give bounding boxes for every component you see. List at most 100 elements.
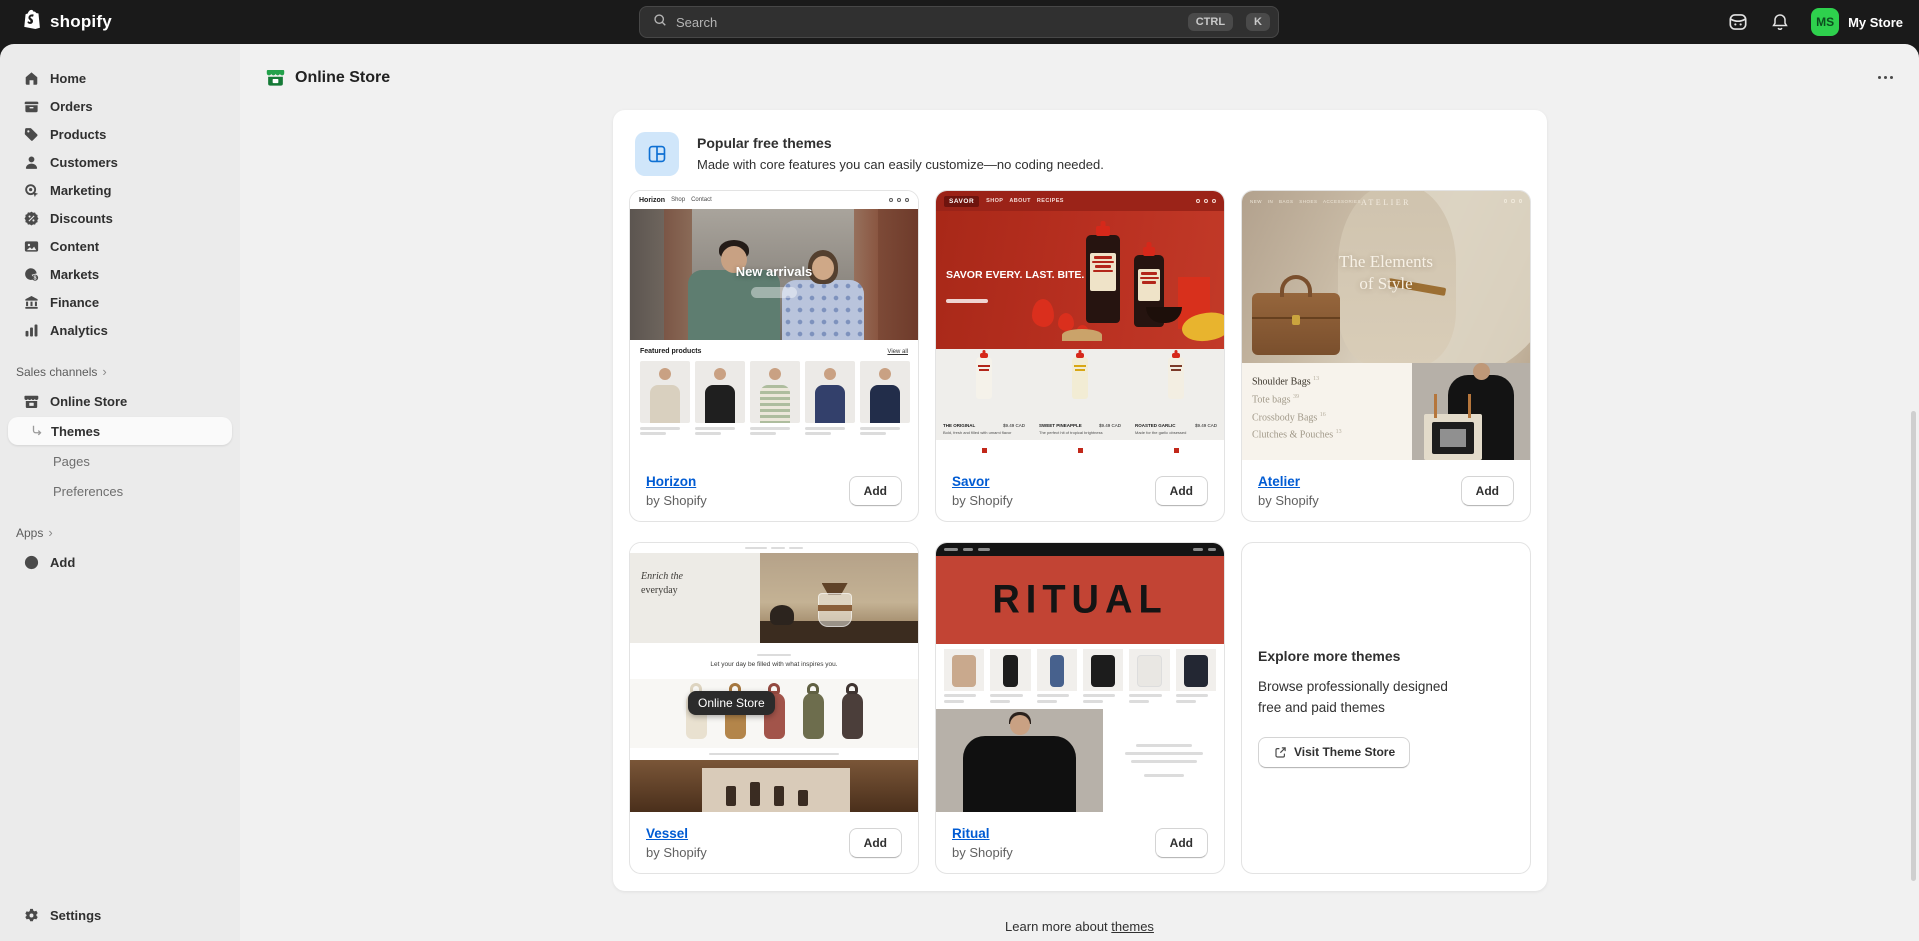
atelier-category-photo — [1412, 363, 1530, 460]
sidebar-item-finance[interactable]: Finance — [12, 288, 228, 316]
sidebar-item-marketing[interactable]: Marketing — [12, 176, 228, 204]
theme-name-link[interactable]: Atelier — [1258, 474, 1319, 489]
atelier-category: Clutches & Pouches — [1252, 430, 1333, 441]
vessel-shelf-photo — [630, 760, 918, 812]
sidebar-item-home[interactable]: Home — [12, 64, 228, 92]
theme-preview-savor[interactable]: SAVOR SHOPABOUTRECIPES SAVOR EVERY. LAST… — [936, 191, 1224, 460]
add-theme-button[interactable]: Add — [849, 828, 902, 858]
atelier-category-count: 39 — [1293, 394, 1299, 400]
sidebar-item-products[interactable]: Products — [12, 120, 228, 148]
sidebar-item-add-app[interactable]: Add — [12, 548, 228, 576]
theme-author: by Shopify — [646, 845, 707, 860]
sales-channels-label: Sales channels — [16, 365, 97, 379]
gear-icon — [23, 907, 40, 924]
sidebar-item-content[interactable]: Content — [12, 232, 228, 260]
sales-channels-header[interactable]: Sales channels › — [16, 364, 224, 379]
chevron-right-icon: › — [102, 364, 106, 379]
theme-name-link[interactable]: Ritual — [952, 826, 1013, 841]
atelier-category-list: Shoulder Bags 13 Tote bags 39 Crossbody … — [1242, 363, 1412, 460]
sidebar-label: Preferences — [53, 484, 123, 499]
decor — [1168, 357, 1184, 399]
sidebar-label: Customers — [50, 155, 118, 170]
add-theme-button[interactable]: Add — [1155, 828, 1208, 858]
savor-nav-recipes: RECIPES — [1037, 198, 1064, 204]
sidebar-label: Themes — [51, 424, 100, 439]
savor-product-1: THE ORIGINAL Bold, fresh and filled with… — [936, 349, 1032, 440]
atelier-header-icons — [1504, 199, 1523, 203]
visit-theme-store-button[interactable]: Visit Theme Store — [1258, 737, 1410, 768]
sidebar-item-orders[interactable]: Orders — [12, 92, 228, 120]
ritual-product — [990, 649, 1030, 709]
theme-preview-horizon[interactable]: Horizon Shop Contact — [630, 191, 918, 460]
notifications-button[interactable] — [1769, 11, 1791, 33]
finance-icon — [23, 294, 40, 311]
sidebar-item-online-store[interactable]: Online Store — [12, 387, 228, 415]
sidebar-item-customers[interactable]: Customers — [12, 148, 228, 176]
sidebar-label: Add — [50, 555, 75, 570]
more-actions-button[interactable] — [1872, 70, 1899, 85]
theme-name-link[interactable]: Savor — [952, 474, 1013, 489]
scrollbar[interactable] — [1911, 411, 1916, 881]
apps-label: Apps — [16, 526, 43, 540]
analytics-icon — [23, 322, 40, 339]
topbar: shopify Search CTRL K MS My Store — [0, 0, 1919, 44]
atelier-category-count: 13 — [1336, 429, 1342, 435]
sidebar-label: Discounts — [50, 211, 113, 226]
shopify-logo[interactable]: shopify — [22, 8, 112, 36]
theme-preview-atelier[interactable]: NEW IN BAGS SHOES ACCESSORIES ATELIER Th… — [1242, 191, 1530, 460]
decor — [1424, 414, 1482, 460]
sidebar-item-analytics[interactable]: Analytics — [12, 316, 228, 344]
theme-preview-ritual[interactable]: RITUAL — [936, 543, 1224, 812]
vessel-bottle-olive — [803, 693, 824, 739]
add-theme-button[interactable]: Add — [849, 476, 902, 506]
savor-product-price: $9.49 CAD — [1099, 423, 1121, 428]
sidebar-item-settings[interactable]: Settings — [12, 901, 228, 929]
savor-product-2: SWEET PINEAPPLE The perfect hit of tropi… — [1032, 349, 1128, 440]
sidebar-item-markets[interactable]: $Markets — [12, 260, 228, 288]
discounts-icon — [23, 210, 40, 227]
sidebar-label: Analytics — [50, 323, 108, 338]
savor-hero-image: SAVOR EVERY. LAST. BITE. — [936, 211, 1224, 349]
page-header: Online Store — [265, 67, 390, 88]
decor — [770, 605, 794, 625]
sidebar-item-themes[interactable]: Themes — [8, 417, 232, 445]
savor-product-name: THE ORIGINAL — [943, 423, 975, 428]
app-frame: Home Orders Products Customers Marketing… — [0, 44, 1919, 941]
savor-product-desc: Bold, fresh and filled with umami flavor — [943, 430, 1011, 435]
search-input[interactable]: Search CTRL K — [639, 6, 1279, 38]
horizon-hero-image: New arrivals — [630, 209, 918, 340]
sidebar-item-pages[interactable]: Pages — [8, 447, 232, 475]
sidekick-button[interactable] — [1727, 11, 1749, 33]
sidebar-item-discounts[interactable]: Discounts — [12, 204, 228, 232]
sidebar-item-preferences[interactable]: Preferences — [8, 477, 232, 505]
themes-help-link[interactable]: themes — [1111, 919, 1154, 934]
add-theme-button[interactable]: Add — [1155, 476, 1208, 506]
theme-footer-ritual: Ritualby Shopify Add — [936, 812, 1224, 873]
theme-name-link[interactable]: Vessel — [646, 826, 707, 841]
page-title: Online Store — [295, 69, 390, 87]
footer-text: Learn more about — [1005, 919, 1108, 934]
theme-footer-horizon: Horizonby Shopify Add — [630, 460, 918, 521]
ritual-product — [1083, 649, 1123, 709]
add-theme-button[interactable]: Add — [1461, 476, 1514, 506]
theme-preview-vessel[interactable]: Enrich theeveryday Let your day be fille… — [630, 543, 918, 812]
marketing-icon — [23, 182, 40, 199]
sidebar-label: Settings — [50, 908, 101, 923]
sidebar-label: Content — [50, 239, 99, 254]
sidebar: Home Orders Products Customers Marketing… — [0, 44, 240, 941]
nested-arrow-icon — [30, 424, 44, 438]
ritual-text-block — [1103, 709, 1224, 812]
apps-header[interactable]: Apps› — [16, 525, 224, 540]
theme-name-link[interactable]: Horizon — [646, 474, 707, 489]
store-menu-button[interactable]: MS My Store — [1811, 8, 1903, 36]
themes-card: Popular free themes Made with core featu… — [613, 110, 1547, 891]
vessel-hero-photo — [760, 553, 918, 643]
horizon-product-thumbnails — [640, 361, 908, 435]
horizon-featured-section: Featured products View all — [630, 340, 918, 460]
external-link-icon — [1273, 745, 1288, 760]
atelier-brand: ATELIER — [1242, 198, 1530, 207]
decor — [1072, 357, 1088, 399]
decor — [688, 270, 780, 340]
themes-tile — [635, 132, 679, 176]
products-icon — [23, 126, 40, 143]
